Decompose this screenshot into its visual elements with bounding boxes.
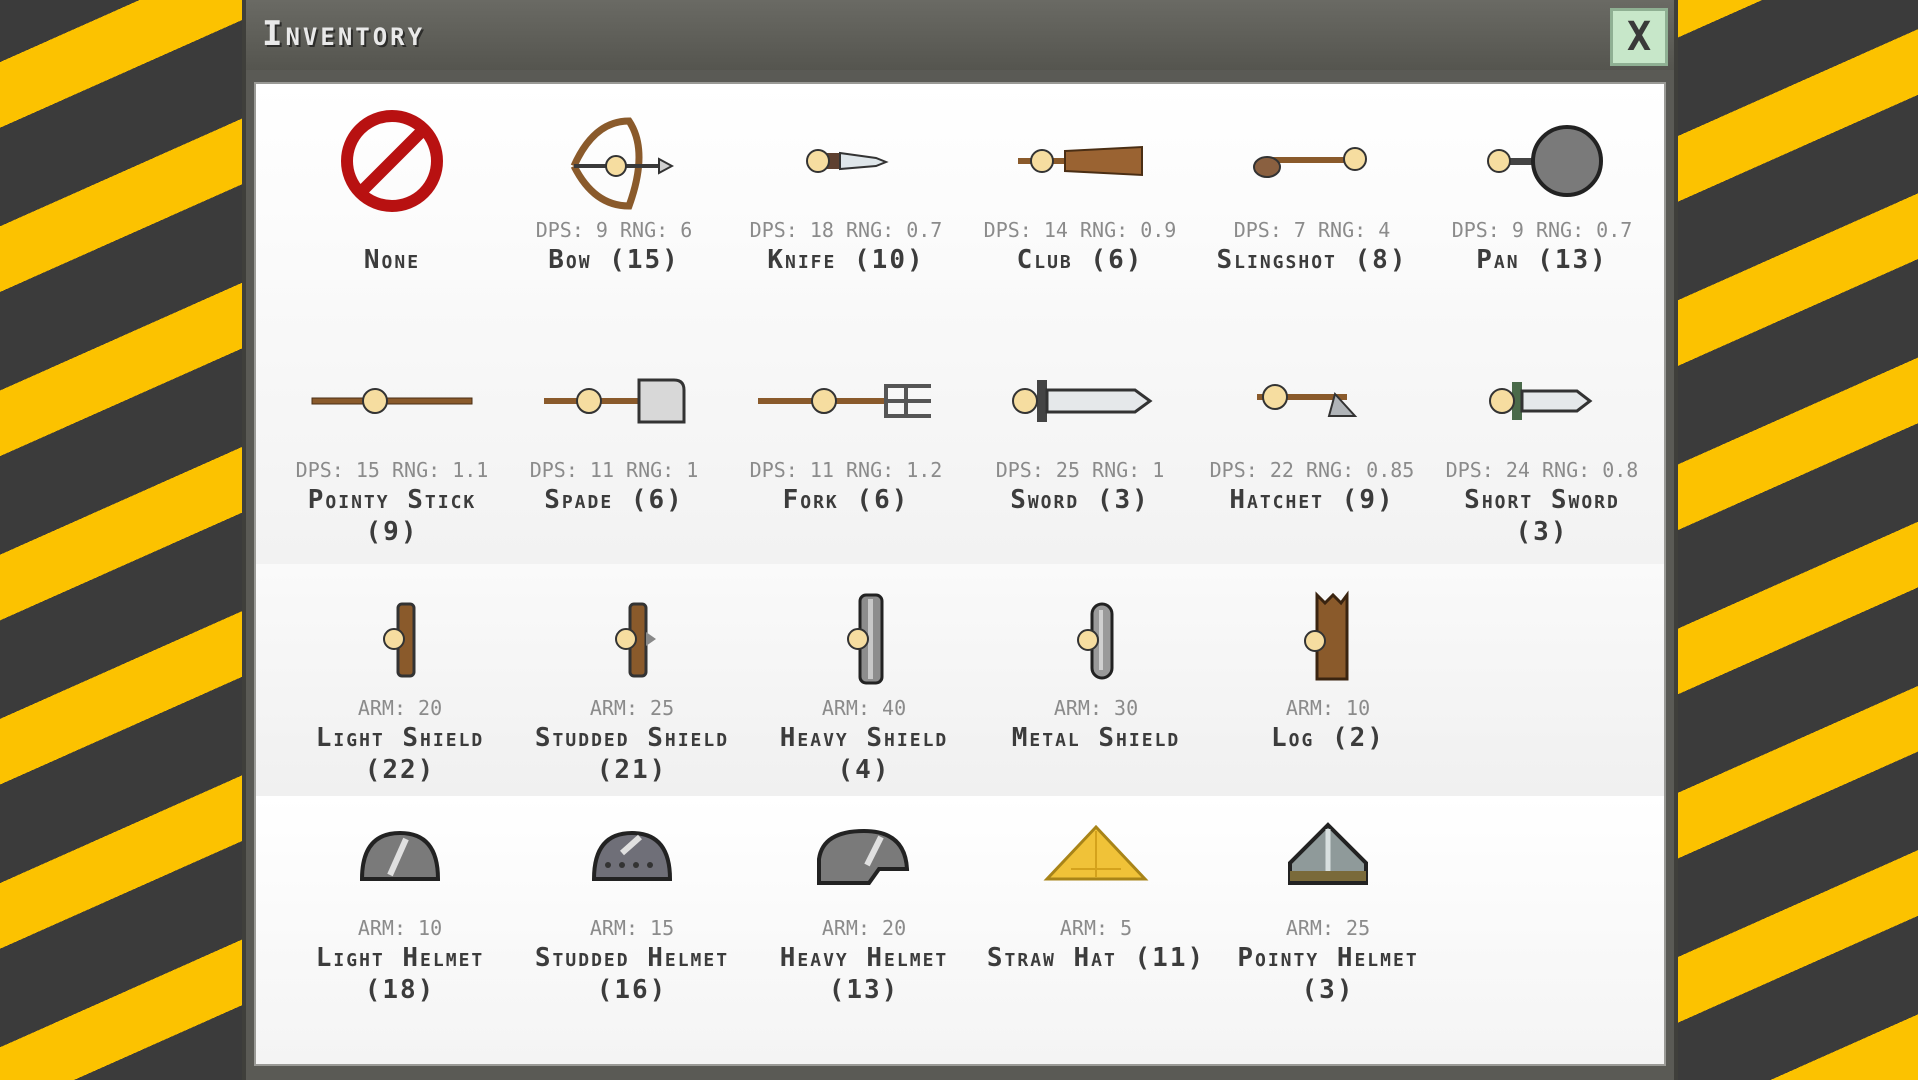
inventory-item-slingshot[interactable]: DPS: 7 RNG: 4 Slingshot (8) <box>1202 106 1422 276</box>
item-stats: DPS: 14 RNG: 0.9 <box>983 218 1177 242</box>
none-icon <box>282 106 502 216</box>
item-stats: DPS: 18 RNG: 0.7 <box>749 218 943 242</box>
item-name: Fork (6) <box>782 485 910 515</box>
item-stats: ARM: 25 <box>1285 916 1371 940</box>
inventory-item-heavy-shield[interactable]: ARM: 40 Heavy Shield (4) <box>754 584 974 786</box>
bow-icon <box>504 106 724 216</box>
club-icon <box>970 106 1190 216</box>
item-stats: ARM: 25 <box>589 696 675 720</box>
item-stats: ARM: 20 <box>357 696 443 720</box>
item-stats: ARM: 10 <box>357 916 443 940</box>
item-stats: ARM: 10 <box>1285 696 1371 720</box>
pointy-helmet-icon <box>1218 804 1438 914</box>
inventory-item-light-helmet[interactable]: ARM: 10 Light Helmet (18) <box>290 804 510 1006</box>
inventory-item-knife[interactable]: DPS: 18 RNG: 0.7 Knife (10) <box>736 106 956 276</box>
inventory-item-studded-shield[interactable]: ARM: 25 Studded Shield (21) <box>522 584 742 786</box>
item-name: Bow (15) <box>548 245 680 275</box>
item-stats: ARM: 5 <box>1059 916 1133 940</box>
inventory-item-club[interactable]: DPS: 14 RNG: 0.9 Club (6) <box>970 106 1190 276</box>
straw-hat-icon <box>986 804 1206 914</box>
light-shield-icon <box>290 584 510 694</box>
heavy-shield-icon <box>754 584 974 694</box>
inventory-item-straw-hat[interactable]: ARM: 5 Straw Hat (11) <box>986 804 1206 974</box>
inventory-item-hatchet[interactable]: DPS: 22 RNG: 0.85 Hatchet (9) <box>1202 346 1422 516</box>
item-stats: DPS: 25 RNG: 1 <box>995 458 1165 482</box>
inventory-item-pointy-stick[interactable]: DPS: 15 RNG: 1.1 Pointy Stick (9) <box>282 346 502 548</box>
fork-icon <box>736 346 956 456</box>
item-stats: DPS: 11 RNG: 1.2 <box>749 458 943 482</box>
pointy-stick-icon <box>282 346 502 456</box>
item-stats: DPS: 9 RNG: 6 <box>535 218 693 242</box>
pan-icon <box>1432 106 1652 216</box>
sword-icon <box>970 346 1190 456</box>
log-icon <box>1218 584 1438 694</box>
title-bar: Inventory X <box>246 0 1674 70</box>
knife-icon <box>736 106 956 216</box>
slingshot-icon <box>1202 106 1422 216</box>
inventory-item-light-shield[interactable]: ARM: 20 Light Shield (22) <box>290 584 510 786</box>
item-name: Hatchet (9) <box>1229 485 1395 515</box>
item-stats: ARM: 15 <box>589 916 675 940</box>
item-name: None <box>363 245 421 275</box>
item-name: Studded Helmet (16) <box>534 943 730 1005</box>
heavy-helmet-icon <box>754 804 974 914</box>
inventory-item-heavy-helmet[interactable]: ARM: 20 Heavy Helmet (13) <box>754 804 974 1006</box>
studded-shield-icon <box>522 584 742 694</box>
short-sword-icon <box>1432 346 1652 456</box>
light-helmet-icon <box>290 804 510 914</box>
item-stats: ARM: 20 <box>821 916 907 940</box>
item-name: Club (6) <box>1016 245 1144 275</box>
inventory-item-pan[interactable]: DPS: 9 RNG: 0.7 Pan (13) <box>1432 106 1652 276</box>
item-name: Light Shield (22) <box>315 723 485 785</box>
item-name: Studded Shield (21) <box>534 723 730 785</box>
window-title: Inventory <box>262 14 426 54</box>
item-stats: DPS: 7 RNG: 4 <box>1233 218 1391 242</box>
inventory-item-bow[interactable]: DPS: 9 RNG: 6 Bow (15) <box>504 106 724 276</box>
item-name: Sword (3) <box>1010 485 1150 515</box>
item-name: Metal Shield <box>1011 723 1181 753</box>
inventory-panel: None DPS: 9 RNG: 6 Bow (15) DPS: 18 RNG:… <box>254 82 1666 1066</box>
hatchet-icon <box>1202 346 1422 456</box>
inventory-item-none[interactable]: None <box>282 106 502 276</box>
inventory-item-fork[interactable]: DPS: 11 RNG: 1.2 Fork (6) <box>736 346 956 516</box>
item-name: Spade (6) <box>544 485 684 515</box>
item-stats <box>282 216 502 244</box>
item-name: Pan (13) <box>1476 245 1608 275</box>
item-name: Pointy Stick (9) <box>307 485 477 547</box>
item-stats: DPS: 9 RNG: 0.7 <box>1451 218 1633 242</box>
item-name: Knife (10) <box>767 245 925 275</box>
item-name: Light Helmet (18) <box>315 943 485 1005</box>
item-name: Pointy Helmet (3) <box>1237 943 1419 1005</box>
studded-helmet-icon <box>522 804 742 914</box>
item-stats: DPS: 22 RNG: 0.85 <box>1209 458 1415 482</box>
inventory-item-spade[interactable]: DPS: 11 RNG: 1 Spade (6) <box>504 346 724 516</box>
item-name: Log (2) <box>1271 723 1385 753</box>
inventory-item-sword[interactable]: DPS: 25 RNG: 1 Sword (3) <box>970 346 1190 516</box>
item-stats: ARM: 30 <box>1053 696 1139 720</box>
spade-icon <box>504 346 724 456</box>
item-stats: DPS: 11 RNG: 1 <box>529 458 699 482</box>
item-name: Heavy Shield (4) <box>779 723 949 785</box>
item-stats: DPS: 24 RNG: 0.8 <box>1445 458 1639 482</box>
metal-shield-icon <box>986 584 1206 694</box>
inventory-item-metal-shield[interactable]: ARM: 30 Metal Shield <box>986 584 1206 754</box>
item-stats: DPS: 15 RNG: 1.1 <box>295 458 489 482</box>
inventory-window: Inventory X None DPS: 9 RNG: 6 Bow (15) … <box>242 0 1678 1080</box>
inventory-item-short-sword[interactable]: DPS: 24 RNG: 0.8 Short Sword (3) <box>1432 346 1652 548</box>
item-name: Slingshot (8) <box>1216 245 1408 275</box>
close-button[interactable]: X <box>1610 8 1668 66</box>
item-name: Straw Hat (11) <box>986 943 1206 973</box>
item-stats: ARM: 40 <box>821 696 907 720</box>
inventory-item-log[interactable]: ARM: 10 Log (2) <box>1218 584 1438 754</box>
inventory-item-pointy-helmet[interactable]: ARM: 25 Pointy Helmet (3) <box>1218 804 1438 1006</box>
item-name: Short Sword (3) <box>1464 485 1620 547</box>
inventory-item-studded-helmet[interactable]: ARM: 15 Studded Helmet (16) <box>522 804 742 1006</box>
item-name: Heavy Helmet (13) <box>779 943 949 1005</box>
